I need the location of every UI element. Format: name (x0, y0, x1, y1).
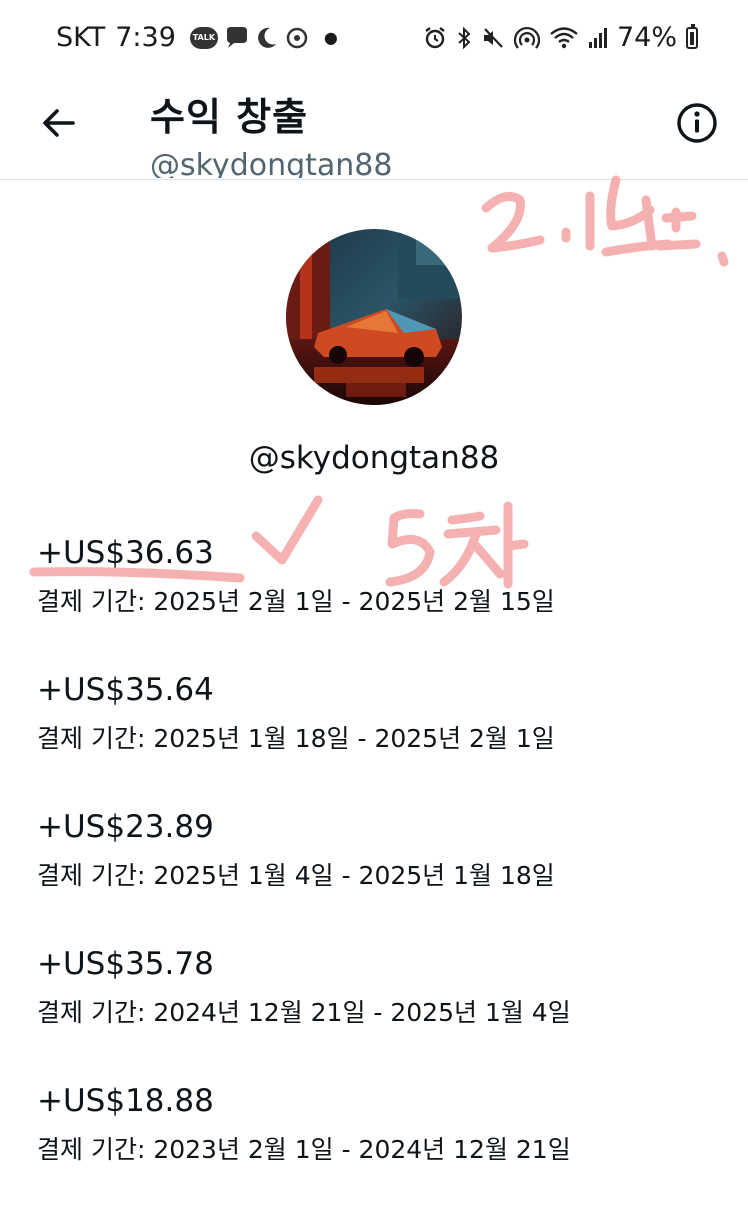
chat-bubble-icon (226, 26, 247, 48)
avatar (286, 229, 462, 405)
earning-amount: +US$18.88 (37, 1083, 214, 1119)
bluetooth-icon (458, 26, 471, 49)
top-app-bar: 수익 창출 @skydongtan88 (0, 78, 748, 180)
sync-icon (286, 27, 308, 48)
earnings-list: +US$36.63 결제 기간: 2025년 2월 1일 - 2025년 2월 … (37, 530, 717, 1215)
hotspot-icon (513, 26, 540, 49)
info-icon (677, 103, 717, 143)
moon-icon (258, 27, 276, 48)
arrow-left-icon (43, 109, 75, 137)
earning-amount: +US$23.89 (37, 809, 214, 845)
wifi-icon (550, 26, 578, 48)
info-button[interactable] (674, 100, 720, 146)
kakaotalk-icon: TALK (189, 26, 218, 49)
alarm-icon (425, 26, 445, 48)
page-subtitle: @skydongtan88 (150, 148, 393, 178)
earning-amount: +US$36.63 (37, 535, 214, 571)
earning-amount: +US$35.78 (37, 946, 214, 982)
payout-period: 결제 기간: 2024년 12월 21일 - 2025년 1월 4일 (37, 998, 571, 1027)
profile-handle: @skydongtan88 (248, 440, 500, 476)
battery-percent: 74% (616, 22, 677, 53)
payout-period: 결제 기간: 2025년 1월 18일 - 2025년 2월 1일 (37, 724, 555, 753)
back-button[interactable] (36, 100, 82, 146)
earning-item: +US$36.63 결제 기간: 2025년 2월 1일 - 2025년 2월 … (37, 530, 717, 667)
more-notifications-icon: ● (323, 28, 338, 47)
carrier: SKT (56, 22, 106, 53)
earning-amount: +US$35.64 (37, 672, 214, 708)
earning-item: +US$35.78 결제 기간: 2024년 12월 21일 - 2025년 1… (37, 941, 717, 1078)
earning-item: +US$35.64 결제 기간: 2025년 1월 18일 - 2025년 2월… (37, 667, 717, 804)
payout-period: 결제 기간: 2023년 2월 1일 - 2024년 12월 21일 (37, 1135, 571, 1164)
earning-item: +US$23.89 결제 기간: 2025년 1월 4일 - 2025년 1월 … (37, 804, 717, 941)
status-bar: SKT 7:39 TALK ● 74% (0, 0, 748, 78)
page-title: 수익 창출 (150, 95, 309, 139)
payout-period: 결제 기간: 2025년 2월 1일 - 2025년 2월 15일 (37, 587, 555, 616)
avatar-image (286, 229, 462, 405)
mute-icon (483, 27, 503, 48)
payout-period: 결제 기간: 2025년 1월 4일 - 2025년 1월 18일 (37, 861, 555, 890)
clock: 7:39 (115, 22, 176, 53)
battery-icon (686, 23, 698, 49)
earning-item: +US$18.88 결제 기간: 2023년 2월 1일 - 2024년 12월… (37, 1078, 717, 1215)
signal-icon (588, 27, 607, 48)
